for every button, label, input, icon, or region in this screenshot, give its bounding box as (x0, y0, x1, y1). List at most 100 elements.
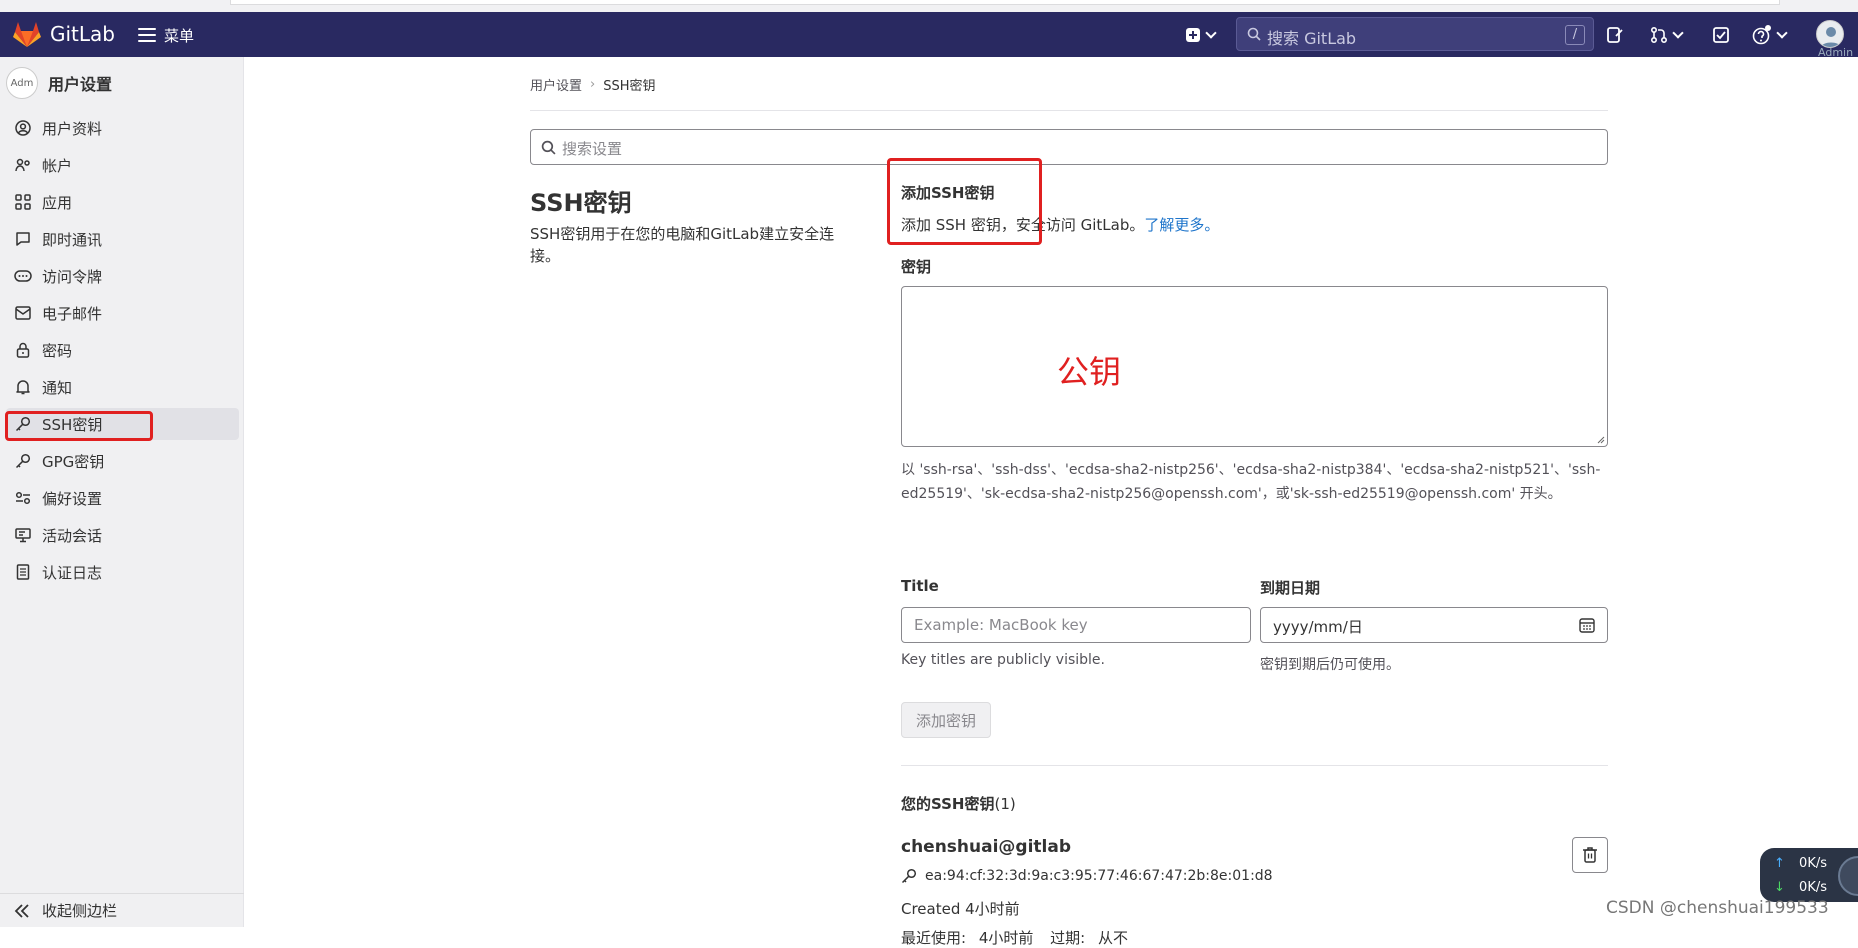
sidebar-item-gpg-keys[interactable]: GPG密钥 (6, 445, 239, 477)
sidebar-avatar: Adm (6, 67, 38, 99)
search-placeholder: 搜索 GitLab (1267, 29, 1357, 48)
sidebar-item-label: 即时通讯 (42, 230, 103, 249)
sidebar-item-preferences[interactable]: 偏好设置 (6, 482, 239, 514)
add-key-button[interactable]: 添加密钥 (901, 702, 991, 738)
applications-icon (14, 193, 32, 211)
sidebar-item-account[interactable]: 帐户 (6, 149, 239, 181)
sidebar-item-label: 应用 (42, 193, 73, 212)
key-fingerprint: ea:94:cf:32:3d:9a:c3:95:77:46:67:47:2b:8… (925, 868, 1273, 884)
expires-date-input[interactable]: yyyy/mm/日 (1260, 607, 1608, 643)
chat-icon (14, 230, 32, 248)
network-speed-widget: ↑ 0K/s ↓ 0K/s (1760, 848, 1858, 902)
sidebar-item-profile[interactable]: 用户资料 (6, 112, 239, 144)
sidebar-item-label: GPG密钥 (42, 452, 105, 471)
sidebar-item-active-sessions[interactable]: 活动会话 (6, 519, 239, 551)
sidebar-item-access-tokens[interactable]: 访问令牌 (6, 260, 239, 292)
sidebar-item-notifications[interactable]: 通知 (6, 371, 239, 403)
issues-icon (1607, 27, 1623, 43)
token-icon (14, 267, 32, 285)
delete-key-button[interactable] (1572, 837, 1608, 873)
brand-name[interactable]: GitLab (50, 22, 115, 46)
sidebar-item-label: 活动会话 (42, 526, 103, 545)
help-icon (1752, 25, 1771, 45)
chevron-right-icon: › (590, 77, 596, 92)
bell-icon (14, 378, 32, 396)
key-label: 密钥 (901, 258, 932, 276)
global-search-input[interactable]: 搜索 GitLab / (1236, 17, 1594, 51)
sidebar-item-applications[interactable]: 应用 (6, 186, 239, 218)
title-hint: Key titles are publicly visible. (901, 652, 1105, 668)
trash-icon (1583, 847, 1597, 863)
preferences-icon (14, 489, 32, 507)
search-icon (541, 140, 556, 155)
your-keys-heading-text: 您的SSH密钥 (901, 795, 995, 813)
chevron-down-icon (1672, 27, 1684, 39)
expires-label: 到期日期 (1260, 579, 1321, 597)
log-icon (14, 563, 32, 581)
section-title: SSH密钥 (530, 189, 632, 217)
mail-icon (14, 304, 32, 322)
sidebar-header[interactable]: Adm 用户设置 (6, 67, 112, 99)
menu-label: 菜单 (164, 26, 195, 45)
sidebar-item-chat[interactable]: 即时通讯 (6, 223, 239, 255)
sidebar-item-auth-log[interactable]: 认证日志 (6, 556, 239, 588)
key-fingerprint-row: ea:94:cf:32:3d:9a:c3:95:77:46:67:47:2b:8… (901, 868, 1273, 884)
user-avatar-button[interactable] (1816, 20, 1844, 48)
widget-ring-icon (1838, 856, 1858, 896)
breadcrumb: 用户设置 › SSH密钥 (530, 75, 656, 94)
double-chevron-left-icon (14, 903, 29, 918)
breadcrumb-current[interactable]: SSH密钥 (603, 75, 655, 94)
search-shortcut-badge: / (1565, 25, 1585, 45)
sidebar-item-label: 密码 (42, 341, 73, 360)
expires-row-value: 从不 (1098, 929, 1129, 947)
resize-grip-icon[interactable] (1595, 434, 1605, 444)
expires-hint: 密钥到期后仍可使用。 (1260, 657, 1400, 673)
annotation-highlight-sidebar (5, 411, 153, 441)
watermark: CSDN @chenshuai199533 (1606, 898, 1829, 918)
divider (530, 110, 1608, 111)
key-title[interactable]: chenshuai@gitlab (901, 837, 1071, 857)
breadcrumb-parent[interactable]: 用户设置 (530, 75, 582, 94)
top-navbar: GitLab 菜单 搜索 GitLab / Admin (0, 12, 1858, 59)
browser-strip (0, 0, 1858, 12)
user-label: Admin (1818, 46, 1854, 59)
gitlab-logo[interactable] (12, 20, 42, 48)
key-format-hint: 以 'ssh-rsa'、'ssh-dss'、'ecdsa-sha2-nistp2… (901, 462, 1601, 502)
sidebar-item-label: 偏好设置 (42, 489, 103, 508)
download-speed: ↓ 0K/s (1774, 880, 1827, 895)
issues-button[interactable] (1606, 24, 1624, 46)
learn-more-link[interactable]: 了解更多。 (1144, 216, 1219, 234)
key-usage-row: 最近使用: 4小时前 过期: 从不 (901, 927, 1128, 948)
main-menu-button[interactable]: 菜单 (138, 22, 194, 48)
lock-icon (14, 341, 32, 359)
settings-sidebar: Adm 用户设置 用户资料 帐户 应用 即时通讯 访问令牌 电子邮件 密码 通知… (0, 57, 244, 927)
annotation-highlight-heading (887, 158, 1042, 245)
sidebar-item-emails[interactable]: 电子邮件 (6, 297, 239, 329)
settings-search-input[interactable]: 搜索设置 (530, 129, 1608, 165)
public-key-annotation: 公钥 (1057, 353, 1122, 391)
user-avatar-icon (1821, 27, 1841, 47)
sidebar-title: 用户设置 (48, 75, 113, 94)
merge-requests-button[interactable] (1650, 24, 1684, 46)
sidebar-item-label: 帐户 (42, 156, 73, 175)
key-textarea[interactable]: 公钥 (901, 286, 1608, 447)
todo-check-icon (1713, 27, 1729, 43)
calendar-icon[interactable] (1579, 617, 1595, 633)
collapse-sidebar-button[interactable]: 收起侧边栏 (0, 893, 244, 927)
title-label: Title (901, 577, 939, 595)
title-placeholder: Example: MacBook key (914, 616, 1088, 634)
search-icon (1247, 27, 1261, 41)
key-icon (14, 452, 32, 470)
monitor-icon (14, 526, 32, 544)
section-description: SSH密钥用于在您的电脑和GitLab建立安全连接。 (530, 225, 835, 265)
sidebar-item-label: 通知 (42, 378, 73, 397)
title-input[interactable]: Example: MacBook key (901, 607, 1251, 643)
sidebar-item-password[interactable]: 密码 (6, 334, 239, 366)
chevron-down-icon (1776, 27, 1788, 39)
last-used-label: 最近使用: (901, 929, 967, 947)
plus-square-icon (1186, 28, 1200, 42)
your-keys-count: (1) (994, 795, 1016, 813)
help-button[interactable] (1752, 24, 1788, 46)
new-dropdown-button[interactable] (1185, 24, 1217, 46)
todos-button[interactable] (1712, 24, 1730, 46)
